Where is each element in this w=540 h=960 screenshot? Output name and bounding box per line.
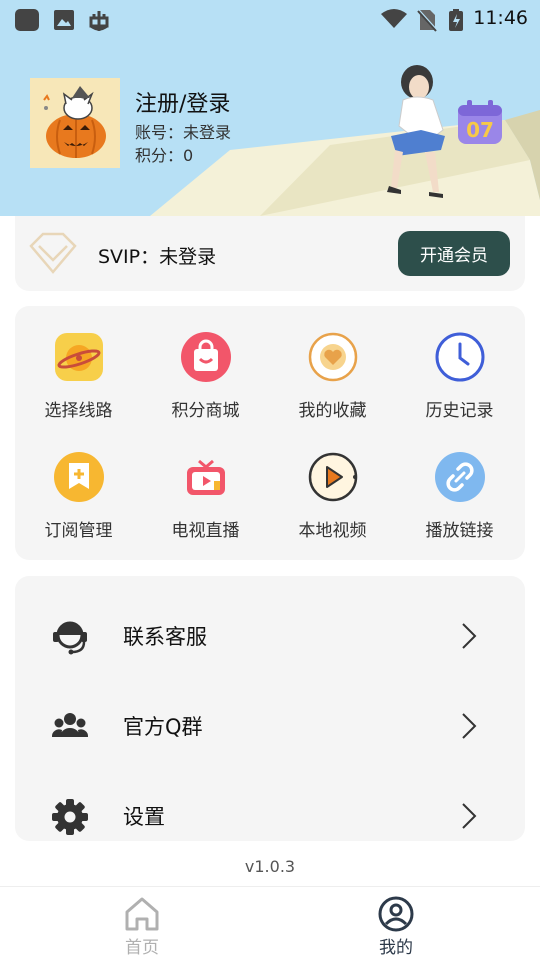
status-clock: 11:46 <box>473 7 528 29</box>
bottom-nav: 首页 我的 <box>0 886 540 960</box>
nav-home[interactable]: 首页 <box>92 887 192 960</box>
svip-card: SVIP：未登录 开通会员 <box>15 216 525 291</box>
pumpkin-cat-icon <box>43 86 106 158</box>
nav-label-home: 首页 <box>125 938 159 958</box>
app-notification-icon <box>15 9 39 31</box>
grid-label: 播放链接 <box>425 521 494 541</box>
link-icon <box>435 452 485 502</box>
grid-label: 我的收藏 <box>298 401 367 421</box>
grid-item-subscriptions[interactable]: 订阅管理 <box>15 426 142 541</box>
svip-status-label: SVIP：未登录 <box>98 246 217 268</box>
heart-icon <box>308 332 358 382</box>
grid-item-local-video[interactable]: 本地视频 <box>269 426 396 541</box>
user-icon <box>378 896 414 932</box>
list-label: 官方Q群 <box>123 715 203 739</box>
app-version: v1.0.3 <box>244 857 296 876</box>
grid-label: 电视直播 <box>171 521 240 541</box>
list-label: 设置 <box>123 805 165 829</box>
diamond-icon <box>29 232 77 274</box>
grid-item-select-route[interactable]: 选择线路 <box>15 306 142 421</box>
list-item-settings[interactable]: 设置 <box>15 771 525 841</box>
checkin-calendar-button[interactable]: 07 <box>456 99 504 146</box>
grid-item-points-mall[interactable]: 积分商城 <box>142 306 269 421</box>
gear-icon <box>52 799 88 835</box>
grid-item-play-link[interactable]: 播放链接 <box>396 426 523 541</box>
profile-header: 11:46 注册/登录 账号：未登录 积分：0 07 <box>0 0 540 216</box>
nav-mine[interactable]: 我的 <box>346 887 446 960</box>
grid-label: 订阅管理 <box>44 521 113 541</box>
list-item-official-group[interactable]: 官方Q群 <box>15 681 525 771</box>
grid-label: 选择线路 <box>44 401 113 421</box>
list-label: 联系客服 <box>123 625 207 649</box>
tv-icon <box>187 459 225 495</box>
battery-charging-icon <box>449 9 463 31</box>
settings-list: 联系客服 官方Q群 设置 <box>15 576 525 841</box>
group-icon <box>51 713 89 737</box>
bookmark-plus-icon <box>54 452 104 502</box>
planet-icon <box>55 333 103 381</box>
feature-grid: 选择线路 积分商城 我的收藏 历史记录 订阅管理 电视直播 本地视频 播放链接 <box>15 306 525 560</box>
play-icon <box>308 452 358 502</box>
grid-label: 积分商城 <box>171 401 240 421</box>
grid-item-my-favorites[interactable]: 我的收藏 <box>269 306 396 421</box>
chevron-right-icon <box>462 713 477 739</box>
wifi-icon <box>381 9 407 28</box>
grid-label: 本地视频 <box>298 521 367 541</box>
status-bar: 11:46 <box>0 0 540 36</box>
list-item-customer-service[interactable]: 联系客服 <box>15 591 525 681</box>
shopping-bag-icon <box>181 332 231 382</box>
calendar-icon: 07 <box>458 100 502 144</box>
grid-label: 历史记录 <box>425 401 494 421</box>
image-icon <box>54 10 74 30</box>
home-icon <box>125 897 159 931</box>
grid-item-tv-live[interactable]: 电视直播 <box>142 426 269 541</box>
open-membership-button[interactable]: 开通会员 <box>398 231 510 276</box>
login-register-title[interactable]: 注册/登录 <box>135 86 230 118</box>
chevron-right-icon <box>462 803 477 829</box>
avatar[interactable] <box>30 78 120 168</box>
nav-label-mine: 我的 <box>379 938 413 958</box>
clock-icon <box>435 332 485 382</box>
headset-icon <box>53 621 87 655</box>
bug-icon <box>89 11 109 31</box>
account-text: 账号：未登录 <box>135 123 232 142</box>
points-text: 积分：0 <box>135 146 194 165</box>
grid-item-history[interactable]: 历史记录 <box>396 306 523 421</box>
chevron-right-icon <box>462 623 477 649</box>
no-sim-icon <box>416 8 438 32</box>
calendar-day: 07 <box>466 118 494 142</box>
